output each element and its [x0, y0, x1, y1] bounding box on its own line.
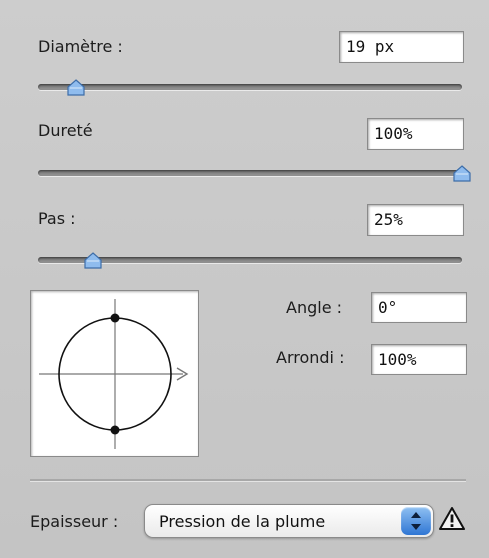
- control-select-value: Pression de la plume: [159, 512, 326, 531]
- section-divider: [30, 479, 466, 481]
- spacing-field[interactable]: 25%: [367, 204, 464, 236]
- roundness-label: Arrondi :: [276, 348, 345, 367]
- roundness-handle-bottom[interactable]: [110, 425, 120, 435]
- diameter-field[interactable]: 19 px: [339, 31, 464, 63]
- brush-shape-graphic: [39, 299, 189, 449]
- spacing-slider-thumb[interactable]: [84, 252, 102, 270]
- hardness-field[interactable]: 100%: [367, 118, 464, 150]
- hardness-slider-track[interactable]: [38, 170, 462, 176]
- angle-label: Angle :: [286, 298, 343, 317]
- angle-field[interactable]: 0°: [371, 292, 467, 323]
- hardness-label: Dureté: [38, 121, 93, 140]
- control-label: Epaisseur :: [30, 512, 119, 531]
- diameter-label: Diamètre :: [38, 37, 123, 56]
- brush-tip-panel: Diamètre : 19 px Dureté 100% Pas : 25% A…: [0, 0, 489, 558]
- brush-shape-preview[interactable]: [30, 290, 199, 457]
- control-select[interactable]: Pression de la plume: [144, 504, 434, 538]
- warning-triangle-icon[interactable]: [439, 506, 465, 532]
- roundness-handle-top[interactable]: [110, 313, 120, 323]
- diameter-slider-thumb[interactable]: [67, 79, 85, 97]
- spacing-label: Pas :: [38, 209, 76, 228]
- roundness-field[interactable]: 100%: [371, 344, 467, 375]
- hardness-slider-thumb[interactable]: [453, 165, 471, 183]
- up-down-arrows-icon[interactable]: [401, 507, 431, 535]
- diameter-slider-track[interactable]: [38, 84, 462, 90]
